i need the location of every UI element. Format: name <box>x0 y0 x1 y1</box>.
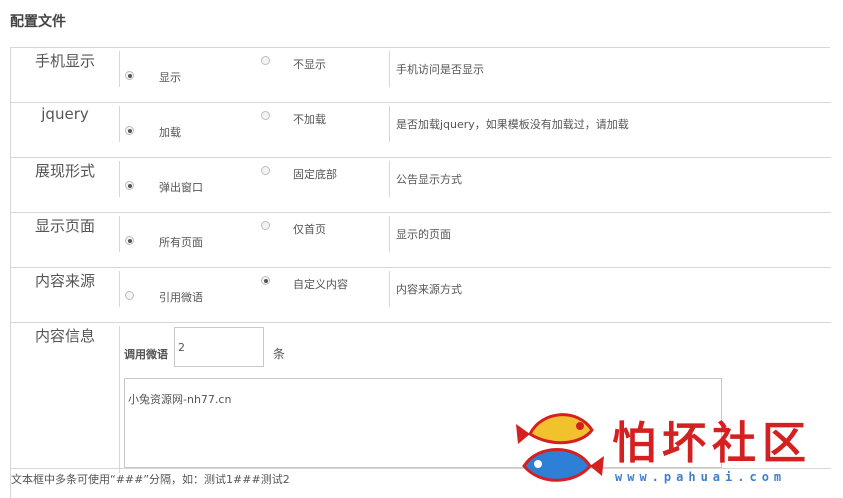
row-description: 内容来源方式 <box>396 283 462 296</box>
radio-popup[interactable] <box>125 181 134 190</box>
row-description: 手机访问是否显示 <box>396 63 484 76</box>
row-description: 显示的页面 <box>396 228 451 241</box>
radio-home-only[interactable] <box>261 221 270 230</box>
row-display-form: 展现形式 弹出窗口 固定底部 公告显示方式 <box>11 158 831 213</box>
radio-label: 引用微语 <box>159 291 203 304</box>
count-input[interactable] <box>174 327 264 367</box>
watermark: 怕坏社区 www.pahuai.com <box>512 400 843 498</box>
row-content-source: 内容来源 引用微语 自定义内容 内容来源方式 <box>11 268 831 323</box>
radio-label: 弹出窗口 <box>159 181 203 194</box>
radio-label: 不加载 <box>293 113 326 126</box>
radio-label: 加载 <box>159 126 181 139</box>
row-jquery: jquery 加载 不加载 是否加载jquery，如果模板没有加载过，请加载 <box>11 103 831 158</box>
radio-show[interactable] <box>125 71 134 80</box>
radio-custom-content[interactable] <box>261 276 270 285</box>
count-label: 调用微语 <box>124 348 168 361</box>
row-label: 展现形式 <box>34 162 95 180</box>
row-label: 内容信息 <box>34 327 95 345</box>
page-title: 配置文件 <box>10 14 66 30</box>
row-label: jquery <box>41 105 89 123</box>
row-label: 显示页面 <box>34 217 95 235</box>
hint-text: 文本框中多条可使用“###”分隔，如：测试1###测试2 <box>11 473 290 486</box>
radio-label: 固定底部 <box>293 168 337 181</box>
radio-label: 不显示 <box>293 58 326 71</box>
radio-hide[interactable] <box>261 56 270 65</box>
radio-load[interactable] <box>125 126 134 135</box>
watermark-url: www.pahuai.com <box>615 470 787 484</box>
watermark-text: 怕坏社区 <box>612 418 812 469</box>
count-unit: 条 <box>273 347 286 361</box>
row-label: 手机显示 <box>34 52 95 70</box>
radio-quote-weiyu[interactable] <box>125 291 134 300</box>
radio-fixed-bottom[interactable] <box>261 166 270 175</box>
radio-label: 仅首页 <box>293 223 326 236</box>
radio-label: 所有页面 <box>159 236 203 249</box>
row-label: 内容来源 <box>34 272 95 290</box>
row-description: 公告显示方式 <box>396 173 462 186</box>
radio-label: 显示 <box>159 71 181 84</box>
row-description: 是否加载jquery，如果模板没有加载过，请加载 <box>396 118 629 131</box>
radio-label: 自定义内容 <box>293 278 348 291</box>
radio-all-pages[interactable] <box>125 236 134 245</box>
row-mobile-display: 手机显示 显示 不显示 手机访问是否显示 <box>11 48 831 103</box>
row-display-page: 显示页面 所有页面 仅首页 显示的页面 <box>11 213 831 268</box>
radio-no-load[interactable] <box>261 111 270 120</box>
fish-logo-icon <box>516 413 604 482</box>
